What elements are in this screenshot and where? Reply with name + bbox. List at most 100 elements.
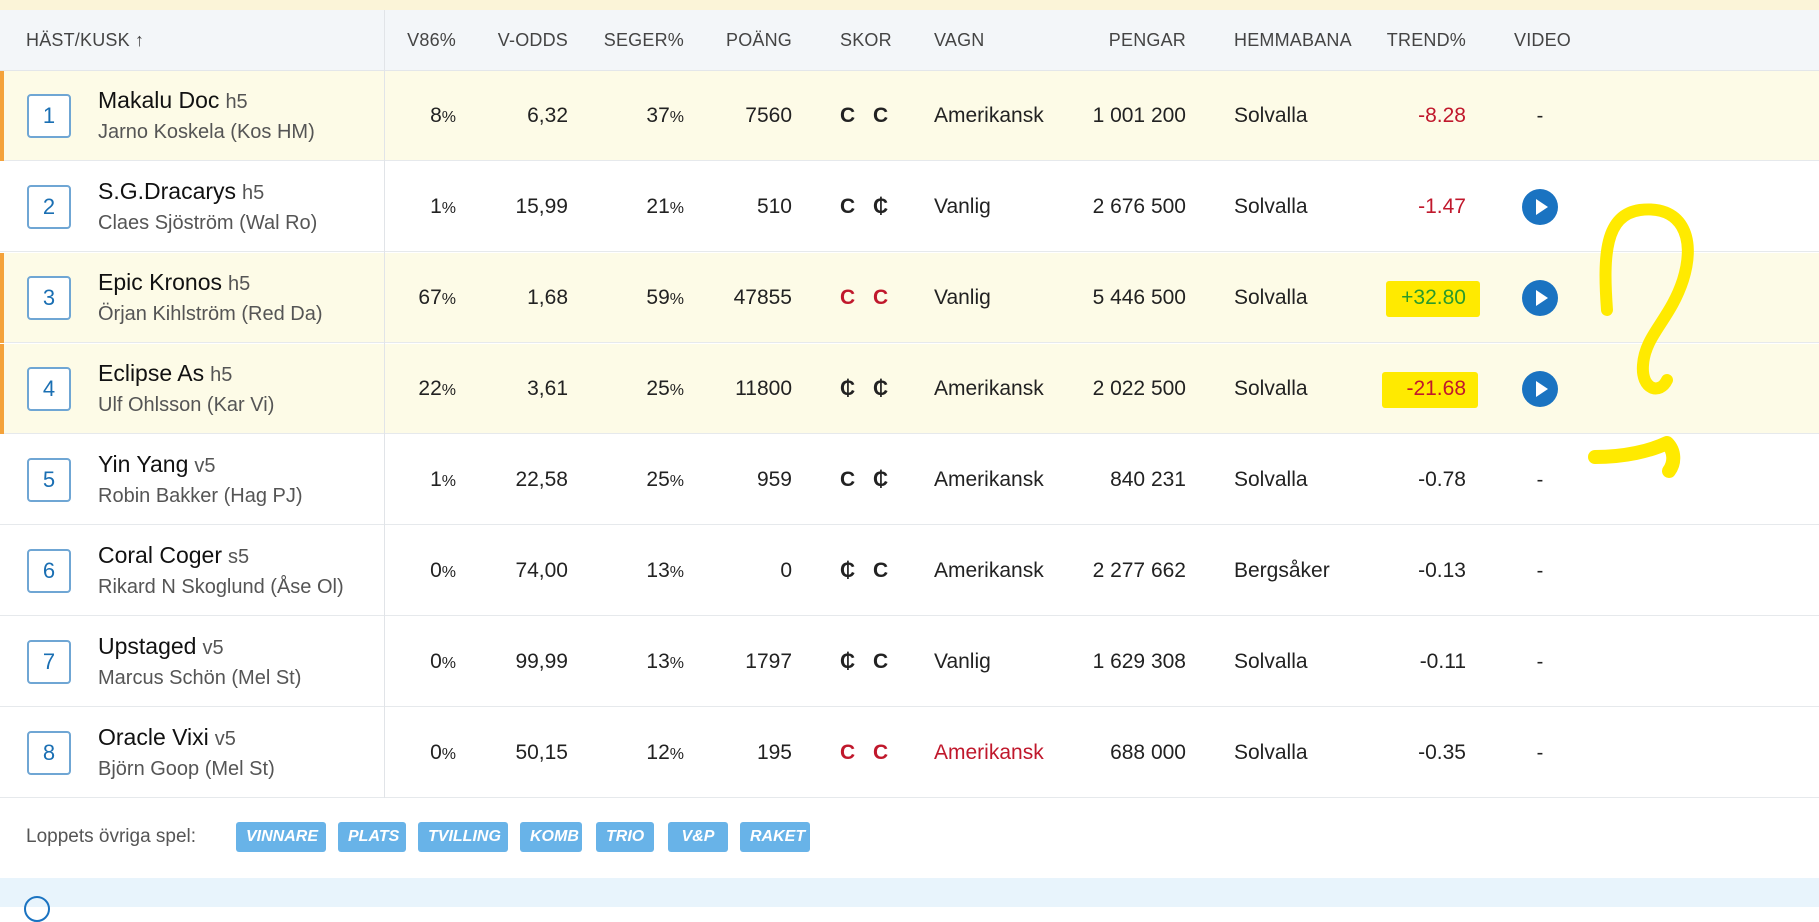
home-track-value: Solvalla (1234, 650, 1308, 673)
col-vodds-header[interactable]: V-ODDS (480, 10, 568, 70)
horse-name[interactable]: Yin Yang v5 (98, 451, 216, 478)
vodds-value: 15,99 (515, 195, 568, 218)
col-points-header[interactable]: POÄNG (714, 10, 792, 70)
home-track-value: Solvalla (1234, 104, 1308, 127)
col-money-header[interactable]: PENGAR (1080, 10, 1186, 70)
win-value: 37% (646, 104, 684, 127)
video-play-icon[interactable] (1522, 371, 1558, 407)
driver-name: Björn Goop (Mel St) (98, 758, 275, 780)
v86-value: 1% (430, 468, 456, 491)
row-accent (0, 253, 4, 343)
info-icon[interactable] (24, 896, 50, 922)
money-value: 688 000 (1110, 741, 1186, 764)
vodds-value: 3,61 (527, 377, 568, 400)
horse-name[interactable]: Coral Coger s5 (98, 542, 249, 569)
vodds-value: 1,68 (527, 286, 568, 309)
trend-value: -1.47 (1418, 195, 1466, 218)
trend-value: -21.68 (1406, 377, 1466, 400)
col-home-track-header[interactable]: HEMMABANA (1234, 10, 1352, 70)
table-row[interactable]: 2 S.G.Dracarys h5 Claes Sjöström (Wal Ro)… (0, 162, 1819, 252)
no-video: - (1536, 742, 1544, 764)
home-track-value: Solvalla (1234, 468, 1308, 491)
bet-button-plats[interactable]: PLATS (338, 822, 406, 852)
horse-age: v5 (194, 455, 216, 477)
trend-value: -0.11 (1419, 650, 1466, 673)
home-track-value: Solvalla (1234, 195, 1308, 218)
col-horse-driver-header[interactable]: HÄST/KUSK ↑ (26, 10, 144, 70)
driver-name: Rikard N Skoglund (Åse Ol) (98, 576, 344, 598)
bet-button-trio[interactable]: TRIO (596, 822, 654, 852)
driver-name: Claes Sjöström (Wal Ro) (98, 212, 318, 234)
start-number: 3 (27, 276, 71, 320)
horse-age: h5 (242, 182, 265, 204)
money-value: 840 231 (1110, 468, 1186, 491)
shoes-value: ₵ C (840, 650, 895, 673)
cart-value: Amerikansk (934, 559, 1044, 582)
horse-name[interactable]: Epic Kronos h5 (98, 269, 250, 296)
win-value: 25% (646, 377, 684, 400)
video-play-icon[interactable] (1522, 280, 1558, 316)
shoes-value: C C (840, 286, 895, 309)
table-row[interactable]: 7 Upstaged v5 Marcus Schön (Mel St) 0% 99… (0, 617, 1819, 707)
shoes-value: C ₵ (840, 468, 895, 491)
bet-button-tvilling[interactable]: TVILLING (418, 822, 508, 852)
horse-name[interactable]: Eclipse As h5 (98, 360, 232, 387)
table-row[interactable]: 3 Epic Kronos h5 Örjan Kihlström (Red Da)… (0, 253, 1819, 343)
v86-value: 0% (430, 650, 456, 673)
horse-name[interactable]: Makalu Doc h5 (98, 87, 248, 114)
table-row[interactable]: 4 Eclipse As h5 Ulf Ohlsson (Kar Vi) 22% … (0, 344, 1819, 434)
table-row[interactable]: 1 Makalu Doc h5 Jarno Koskela (Kos HM) 8%… (0, 71, 1819, 161)
horse-name[interactable]: Oracle Vixi v5 (98, 724, 236, 751)
points-value: 11800 (735, 377, 792, 400)
cart-value: Vanlig (934, 286, 991, 309)
cart-value: Amerikansk (934, 377, 1044, 400)
win-value: 25% (646, 468, 684, 491)
horse-age: s5 (228, 546, 250, 568)
trend-value: -0.35 (1418, 741, 1466, 764)
bet-button-raket[interactable]: RAKET (740, 822, 810, 852)
bet-button-vinnare[interactable]: VINNARE (236, 822, 326, 852)
points-value: 7560 (745, 104, 792, 127)
col-cart-header[interactable]: VAGN (934, 10, 984, 70)
vodds-value: 74,00 (515, 559, 568, 582)
no-video: - (1536, 105, 1544, 127)
points-value: 0 (780, 559, 792, 582)
horse-name[interactable]: S.G.Dracarys h5 (98, 178, 264, 205)
vodds-value: 99,99 (515, 650, 568, 673)
table-row[interactable]: 5 Yin Yang v5 Robin Bakker (Hag PJ) 1% 22… (0, 435, 1819, 525)
cart-value: Amerikansk (934, 741, 1044, 764)
points-value: 47855 (733, 286, 792, 309)
bet-button-komb[interactable]: KOMB (520, 822, 582, 852)
horse-age: v5 (214, 728, 236, 750)
money-value: 1 629 308 (1092, 650, 1186, 673)
no-video: - (1536, 560, 1544, 582)
question-mark-annotation (1588, 203, 1694, 478)
table-row[interactable]: 8 Oracle Vixi v5 Björn Goop (Mel St) 0% 5… (0, 708, 1819, 798)
bet-button-vp[interactable]: V&P (668, 822, 728, 852)
points-value: 959 (756, 468, 792, 491)
horse-name[interactable]: Upstaged v5 (98, 633, 224, 660)
money-value: 2 022 500 (1092, 377, 1186, 400)
start-number: 8 (27, 731, 71, 775)
money-value: 2 676 500 (1092, 195, 1186, 218)
vodds-value: 6,32 (527, 104, 568, 127)
col-shoes-header[interactable]: SKOR (840, 10, 892, 70)
vodds-value: 50,15 (515, 741, 568, 764)
v86-value: 22% (418, 377, 456, 400)
column-divider (384, 10, 385, 798)
trend-value: +32.80 (1401, 286, 1466, 309)
start-number: 4 (27, 367, 71, 411)
col-trend-header[interactable]: TREND% (1380, 10, 1466, 70)
row-accent (0, 71, 4, 161)
video-play-icon[interactable] (1522, 189, 1558, 225)
cart-value: Amerikansk (934, 468, 1044, 491)
home-track-value: Solvalla (1234, 741, 1308, 764)
col-win-header[interactable]: SEGER% (600, 10, 684, 70)
v86-value: 1% (430, 195, 456, 218)
table-header: HÄST/KUSK ↑ V86% V-ODDS SEGER% POÄNG SKO… (0, 10, 1819, 71)
col-video-header: VIDEO (1514, 30, 1572, 50)
shoes-value: C C (840, 741, 895, 764)
money-value: 2 277 662 (1092, 559, 1186, 582)
col-v86-header[interactable]: V86% (400, 10, 456, 70)
table-row[interactable]: 6 Coral Coger s5 Rikard N Skoglund (Åse O… (0, 526, 1819, 616)
